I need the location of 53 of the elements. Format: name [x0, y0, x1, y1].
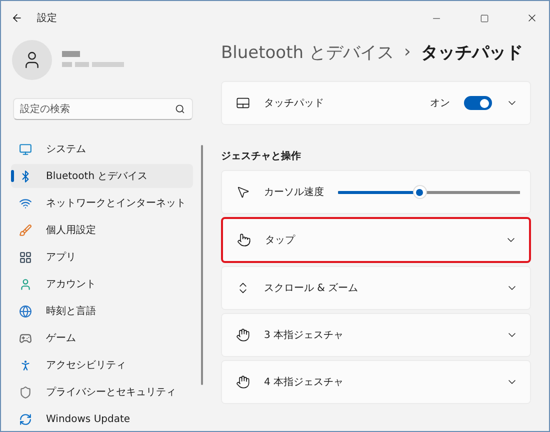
nav-item[interactable]: プライバシーとセキュリティ: [11, 380, 193, 404]
redacted-text-drawing: [62, 51, 124, 69]
nav-item[interactable]: 時刻と言語: [11, 299, 193, 323]
breadcrumb-separator: ›: [404, 42, 411, 62]
setting-label: カーソル速度: [264, 186, 324, 199]
nav-item[interactable]: ゲーム: [11, 326, 193, 350]
window-title: 設定: [37, 12, 58, 25]
wifi-icon: [19, 196, 32, 210]
setting-label: タップ: [265, 234, 296, 247]
search-icon[interactable]: [175, 104, 185, 114]
setting-card[interactable]: 4 本指ジェスチャ: [221, 360, 531, 404]
setting-label: 3 本指ジェスチャ: [264, 328, 345, 342]
toggle-switch[interactable]: [464, 96, 492, 110]
setting-card[interactable]: タップ: [221, 217, 531, 263]
section-title: ジェスチャと操作: [221, 150, 302, 163]
refresh-icon: [19, 412, 32, 426]
nav-item[interactable]: アクセシビリティ: [11, 353, 193, 377]
hand-icon: [236, 375, 250, 389]
close-icon[interactable]: [526, 12, 538, 24]
breadcrumb-link[interactable]: Bluetooth とデバイス: [221, 40, 394, 64]
pointing-hand-icon: [237, 233, 251, 247]
nav-item[interactable]: アカウント: [11, 272, 193, 296]
toggle-state: オン: [430, 97, 450, 110]
hand-icon: [236, 328, 250, 342]
search-field[interactable]: 設定の検索: [13, 98, 193, 120]
monitor-icon: [19, 142, 32, 156]
setting-label: スクロール & ズーム: [264, 282, 360, 295]
gamepad-icon: [19, 332, 32, 344]
nav-item[interactable]: ネットワークとインターネット: [11, 191, 193, 215]
nav-item[interactable]: Bluetooth とデバイス: [11, 164, 193, 188]
cursor-icon: [236, 185, 250, 199]
setting-label: 4 本指ジェスチャ: [264, 376, 345, 389]
person-icon: [19, 278, 32, 290]
slider-thumb[interactable]: [412, 185, 427, 199]
back-icon[interactable]: [11, 12, 23, 24]
page-title: タッチパッド: [420, 42, 523, 64]
bluetooth-icon: [19, 170, 32, 182]
setting-label: タッチパッド: [264, 97, 325, 110]
accessibility-icon: [19, 358, 32, 372]
touchpad-icon: [236, 96, 250, 110]
nav-item[interactable]: Windows Update: [11, 407, 193, 431]
apps-icon: [19, 250, 32, 264]
maximize-icon[interactable]: [480, 14, 488, 22]
nav-item[interactable]: システム: [11, 137, 193, 161]
shield-icon: [19, 386, 32, 398]
avatar: [12, 40, 52, 80]
touchpad-card[interactable]: タッチパッド オン: [221, 81, 531, 125]
brush-icon: [19, 224, 32, 236]
nav-item[interactable]: 個人用設定: [11, 218, 193, 242]
setting-card[interactable]: スクロール & ズーム: [221, 266, 531, 310]
globe-icon: [19, 304, 32, 318]
nav-item[interactable]: アプリ: [11, 245, 193, 269]
setting-card[interactable]: 3 本指ジェスチャ: [221, 313, 531, 357]
